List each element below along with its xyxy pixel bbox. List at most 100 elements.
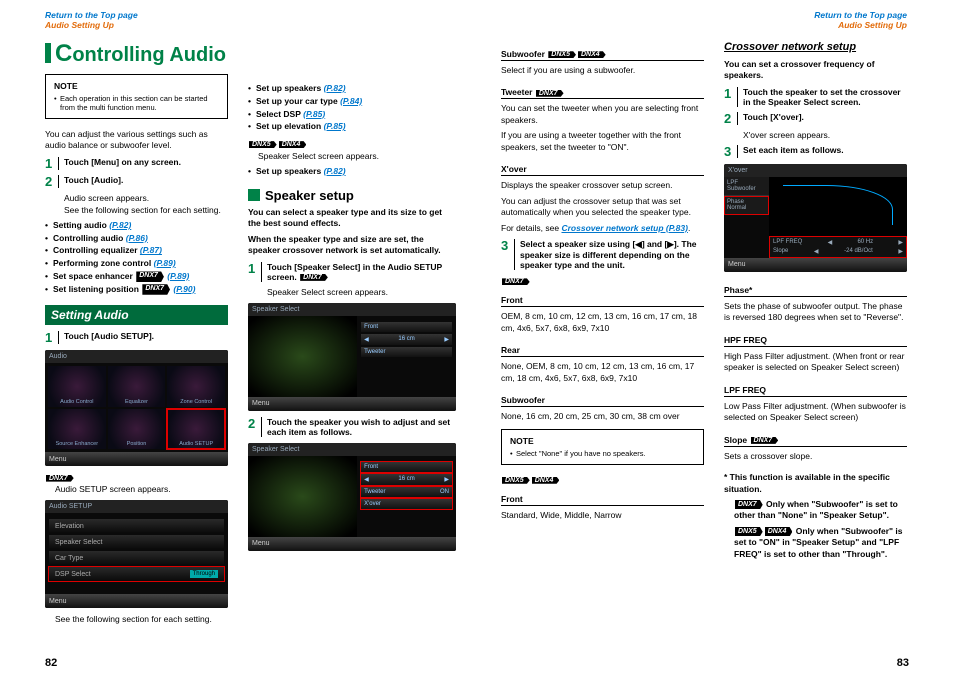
- setting-audio-header: Setting Audio: [45, 305, 228, 325]
- d54-front-hdr: Front: [501, 487, 704, 506]
- spk-step-2: 2Touch the speaker you wish to adjust an…: [248, 417, 456, 437]
- badge-dnx7: DNX7: [46, 475, 74, 482]
- screenshot-speaker-select-1: Speaker Select Front ◀16 cm▶ Tweeter Men…: [248, 303, 456, 411]
- link2-p85b[interactable]: (P.85): [324, 121, 346, 131]
- link-p82[interactable]: (P.82): [109, 220, 131, 230]
- link-p89b[interactable]: (P.89): [167, 271, 189, 281]
- xo-txt2: You can adjust the crossover setup that …: [501, 196, 704, 219]
- sa-step-1: 1Touch [Audio SETUP].: [45, 331, 228, 344]
- footnote2: DNX7 Only when "Subwoofer" is set to oth…: [724, 499, 907, 522]
- spk-intro: You can select a speaker type and its si…: [248, 207, 456, 230]
- link-p86[interactable]: (P.86): [126, 233, 148, 243]
- link-list-2: Set up speakers (P.82) Set up your car t…: [248, 82, 456, 133]
- spk-step1-sub: Speaker Select screen appears.: [267, 287, 456, 297]
- spk-step-1: 1Touch [Speaker Select] in the Audio SET…: [248, 262, 456, 282]
- subwoofer-hdr: Subwoofer DNX5DNX4: [501, 42, 704, 61]
- breadcrumb[interactable]: Audio Setting Up: [45, 20, 114, 30]
- tile-equalizer: Equalizer: [108, 366, 166, 407]
- lpf-hdr: LPF FREQ: [724, 378, 907, 397]
- badge-dnx4-c3: DNX4: [532, 477, 560, 484]
- xo-txt3: For details, see Crossover network setup…: [501, 223, 704, 234]
- column-4: Return to the Top page Audio Setting Up …: [714, 0, 952, 677]
- cn-step-2: 2Touch [X'over].: [724, 112, 907, 125]
- tw-txt2: If you are using a tweeter together with…: [501, 130, 704, 153]
- screenshot-xover: X'over LPF Subwoofer PhaseNormal LPF FRE…: [724, 164, 907, 272]
- page-number-right: 83: [897, 657, 909, 669]
- d7-rear-txt: None, OEM, 8 cm, 10 cm, 12 cm, 13 cm, 16…: [501, 361, 704, 384]
- step-1: 1Touch [Menu] on any screen.: [45, 157, 228, 170]
- badge-dnx4: DNX4: [279, 141, 307, 148]
- note-box-2: NOTE Select "None" if you have no speake…: [501, 429, 704, 465]
- d7-rear-hdr: Rear: [501, 338, 704, 357]
- link-p90[interactable]: (P.90): [173, 284, 195, 294]
- footnote1: * This function is available in the spec…: [724, 472, 907, 495]
- header-links-right: Return to the Top page Audio Setting Up: [724, 10, 907, 30]
- link-crossover[interactable]: Crossover network setup (P.83): [561, 223, 687, 233]
- cn-intro: You can set a crossover frequency of spe…: [724, 59, 907, 82]
- page-number-left: 82: [45, 657, 57, 669]
- d7-sub-txt: None, 16 cm, 20 cm, 25 cm, 30 cm, 38 cm …: [501, 411, 704, 422]
- speaker-setup-header: Speaker setup: [248, 188, 456, 203]
- note-box: NOTE Each operation in this section can …: [45, 74, 228, 119]
- column-1: Return to the Top page Audio Setting Up …: [0, 0, 238, 677]
- d7-sub-hdr: Subwoofer: [501, 388, 704, 407]
- header-links-left: Return to the Top page Audio Setting Up: [45, 10, 228, 30]
- sa-footer: See the following section for each setti…: [55, 614, 228, 625]
- link-list: Setting audio (P.82) Controlling audio (…: [45, 219, 228, 296]
- link-b54[interactable]: (P.82): [324, 166, 346, 176]
- crossover-hdr: Crossover network setup: [724, 40, 907, 55]
- return-top-link[interactable]: Return to the Top page: [45, 10, 138, 20]
- link2-p82[interactable]: (P.82): [324, 83, 346, 93]
- badge-dnx7-c3: DNX7: [502, 278, 530, 285]
- hpf-txt: High Pass Filter adjustment. (When front…: [724, 351, 907, 374]
- step-2: 2Touch [Audio].: [45, 175, 228, 188]
- cn-step-3: 3Set each item as follows.: [724, 145, 907, 158]
- tile-position: Position: [108, 409, 166, 450]
- link2-p84[interactable]: (P.84): [340, 96, 362, 106]
- badge-dnx5-c3: DNX5: [502, 477, 530, 484]
- lpf-txt: Low Pass Filter adjustment. (When subwoo…: [724, 401, 907, 424]
- column-2: Set up speakers (P.82) Set up your car t…: [238, 0, 476, 677]
- screenshot-audio-grid: Audio Audio Control Equalizer Zone Contr…: [45, 350, 228, 466]
- breadcrumb-r[interactable]: Audio Setting Up: [838, 20, 907, 30]
- tile-enhancer: Source Enhancer: [48, 409, 106, 450]
- slope-txt: Sets a crossover slope.: [724, 451, 907, 462]
- step2-sub2: See the following section for each setti…: [64, 205, 228, 215]
- intro-text: You can adjust the various settings such…: [45, 129, 228, 152]
- d54-front-txt: Standard, Wide, Middle, Narrow: [501, 510, 704, 521]
- badge-dnx5: DNX5: [249, 141, 277, 148]
- b54-sub: Speaker Select screen appears.: [258, 151, 456, 161]
- xover-hdr: X'over: [501, 157, 704, 176]
- d7-front-hdr: Front: [501, 288, 704, 307]
- phase-hdr: Phase*: [724, 278, 907, 297]
- cn-step2-sub: X'over screen appears.: [743, 130, 907, 140]
- screenshot-speaker-select-2: Speaker Select Front ◀16 cm▶ TweeterON X…: [248, 443, 456, 551]
- manual-spread: Return to the Top page Audio Setting Up …: [0, 0, 954, 677]
- d7-front-txt: OEM, 8 cm, 10 cm, 12 cm, 13 cm, 16 cm, 1…: [501, 311, 704, 334]
- slope-hdr: Slope DNX7: [724, 428, 907, 447]
- step-3: 3Select a speaker size using [◀] and [▶]…: [501, 239, 704, 270]
- step2-sub1: Audio screen appears.: [64, 193, 228, 203]
- tw-txt1: You can set the tweeter when you are sel…: [501, 103, 704, 126]
- phase-txt: Sets the phase of subwoofer output. The …: [724, 301, 907, 324]
- tile-audio-setup: Audio SETUP: [167, 409, 225, 450]
- note-title: NOTE: [54, 81, 219, 91]
- link-p87[interactable]: (P.87): [140, 245, 162, 255]
- return-top-link-r[interactable]: Return to the Top page: [814, 10, 907, 20]
- hpf-hdr: HPF FREQ: [724, 328, 907, 347]
- sub-txt: Select if you are using a subwoofer.: [501, 65, 704, 76]
- footnote3: DNX5DNX4 Only when "Subwoofer" is set to…: [724, 526, 907, 560]
- page-title: Controlling Audio: [45, 40, 228, 68]
- column-3: Subwoofer DNX5DNX4 Select if you are usi…: [476, 0, 714, 677]
- tweeter-hdr: Tweeter DNX7: [501, 80, 704, 99]
- note-body: Each operation in this section can be st…: [54, 94, 219, 112]
- cn-step-1: 1Touch the speaker to set the crossover …: [724, 87, 907, 107]
- link-p89[interactable]: (P.89): [154, 258, 176, 268]
- xo-txt1: Displays the speaker crossover setup scr…: [501, 180, 704, 191]
- tile-zone: Zone Control: [167, 366, 225, 407]
- link2-p85[interactable]: (P.85): [303, 109, 325, 119]
- screenshot-audio-setup-list: Audio SETUP Elevation Speaker Select Car…: [45, 500, 228, 608]
- sa-sub: Audio SETUP screen appears.: [55, 484, 228, 494]
- spk-intro2: When the speaker type and size are set, …: [248, 234, 456, 257]
- tile-audio-control: Audio Control: [48, 366, 106, 407]
